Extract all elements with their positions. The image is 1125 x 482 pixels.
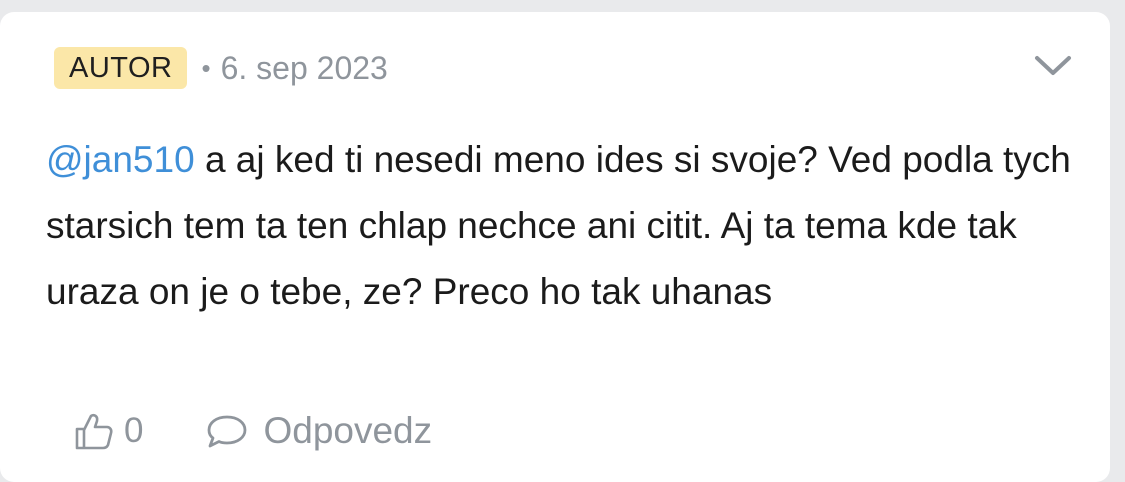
speech-bubble-icon [208,415,247,448]
like-button[interactable]: 0 [74,411,143,451]
user-mention-link[interactable]: @jan510 [46,139,195,180]
comment-date: 6. sep 2023 [220,49,388,86]
reply-button[interactable]: Odpovedz [205,410,432,452]
comment-body: @jan510 a aj ked ti nesedi meno ides si … [46,127,1076,325]
comment-text: a aj ked ti nesedi meno ides si svoje? V… [46,139,1071,312]
reply-label: Odpovedz [263,410,433,451]
like-count: 0 [124,411,144,450]
chevron-down-icon[interactable] [1033,54,1073,78]
comment-meta: AUTOR • 6. sep 2023 [54,47,388,89]
thumbs-up-icon [75,413,113,450]
comment-actions: 0 Odpovedz [74,409,432,453]
meta-separator: • [201,52,211,83]
author-badge: AUTOR [54,47,188,89]
comment-card: AUTOR • 6. sep 2023 @jan510 a aj ked ti … [0,12,1110,482]
